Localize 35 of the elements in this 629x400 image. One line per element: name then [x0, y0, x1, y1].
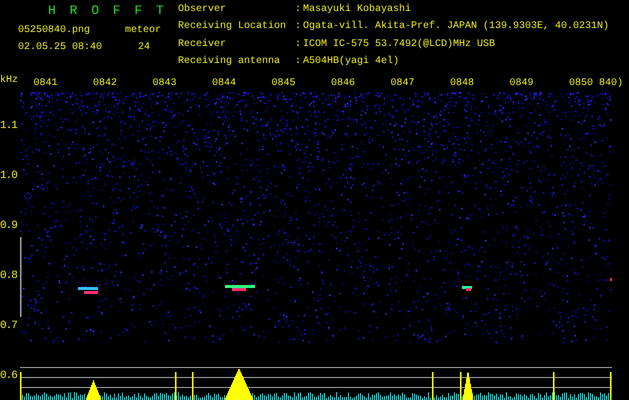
- info-separator: :: [295, 3, 302, 17]
- time-label: 0845: [271, 78, 296, 90]
- time-label: 0848: [450, 78, 475, 90]
- timestamp: 02.05.25 08:40: [18, 41, 104, 54]
- info-label: Receiving Location: [178, 20, 288, 34]
- info-value: A504HB(yagi 4el): [303, 54, 400, 69]
- time-label: 840): [598, 78, 623, 90]
- frequency-label: 1.1: [0, 119, 18, 134]
- frequency-label: 0.8: [0, 269, 18, 284]
- time-label: 0841: [33, 78, 58, 90]
- info-value: Masayuki Kobayashi: [303, 3, 412, 17]
- time-label: 0850: [568, 78, 593, 90]
- info-label: Receiving antenna: [178, 54, 282, 69]
- time-label: 0842: [92, 78, 118, 90]
- frequency-label: 0.6: [0, 369, 18, 384]
- info-label: Observer: [178, 3, 228, 17]
- time-label: 0846: [330, 78, 356, 90]
- time-label: 0847: [390, 78, 416, 90]
- info-separator: :: [295, 54, 302, 69]
- info-separator: :: [295, 20, 302, 34]
- info-value: ICOM IC-575 53.7492(@LCD)MHz USB: [303, 38, 496, 52]
- time-label: 0849: [509, 78, 534, 90]
- frequency-label: 1.0: [0, 169, 18, 184]
- app-title: H R O F F T: [48, 3, 168, 18]
- file-name: 05250840.png: [18, 24, 92, 37]
- info-separator: :: [295, 38, 302, 52]
- info-value: Ogata-vill. Akita-Pref. JAPAN (139.9303E, 40.0231N): [303, 20, 610, 34]
- time-label: 0843: [152, 78, 178, 90]
- frequency-label: 0.7: [0, 319, 18, 334]
- meteor-count: 24: [138, 41, 150, 54]
- meteor-label: meteor: [125, 24, 162, 37]
- info-label: Receiver: [178, 38, 228, 52]
- frequency-label: 0.9: [0, 219, 18, 234]
- unit-label: kHz: [0, 75, 20, 87]
- time-label: 0844: [212, 78, 237, 90]
